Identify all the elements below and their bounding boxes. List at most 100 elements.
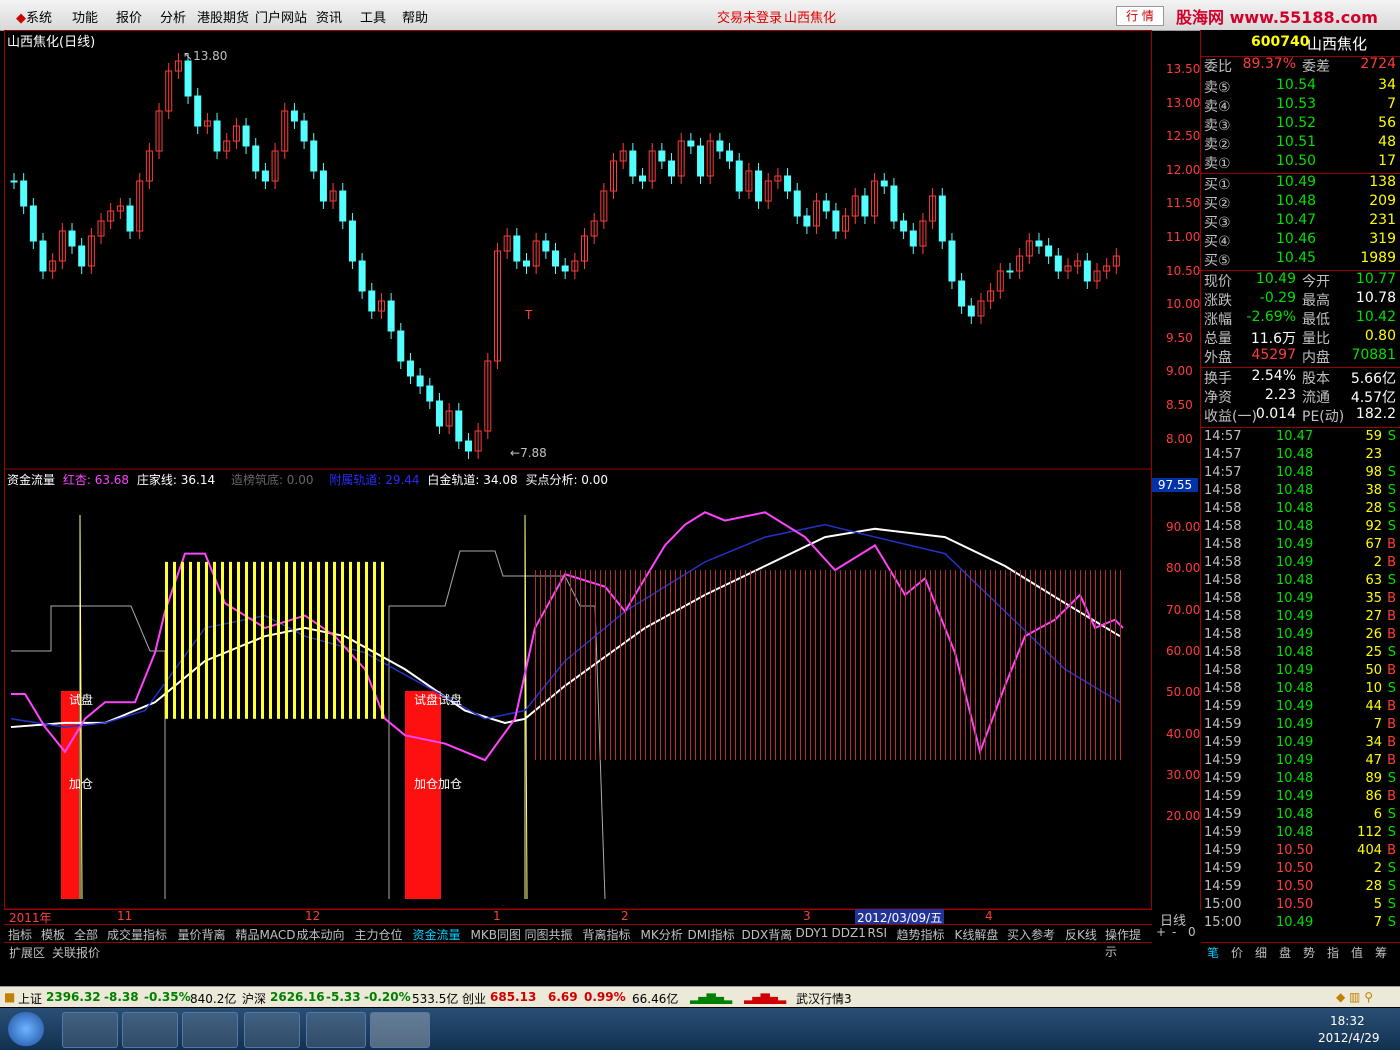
- stat-row[interactable]: 外盘 45297 内盘 70881: [1204, 347, 1398, 366]
- tick-row[interactable]: 14:59 10.49 34 B: [1204, 735, 1398, 753]
- media-player-taskbar-icon[interactable]: [122, 1012, 178, 1048]
- tick-row[interactable]: 14:58 10.48 28 S: [1204, 501, 1398, 519]
- bid-row[interactable]: 买② 10.48 209: [1204, 193, 1398, 212]
- menu-item-quote[interactable]: 报价: [116, 7, 142, 26]
- tick-row[interactable]: 14:58 10.49 2 B: [1204, 555, 1398, 573]
- indicator-tab[interactable]: MKB同图: [471, 926, 521, 943]
- indicator-tab[interactable]: RSI: [868, 926, 888, 940]
- stat-row[interactable]: 涨幅 -2.69% 最低 10.42: [1204, 309, 1398, 328]
- ie-taskbar-icon[interactable]: [182, 1012, 238, 1048]
- stat-row[interactable]: 总量 11.6万 量比 0.80: [1204, 328, 1398, 347]
- tick-row[interactable]: 14:59 10.49 47 B: [1204, 753, 1398, 771]
- ask-row[interactable]: 卖⑤ 10.54 34: [1204, 77, 1398, 96]
- menu-item-hk-futures[interactable]: 港股期货: [197, 7, 249, 26]
- stat-row[interactable]: 涨跌 -0.29 最高 10.78: [1204, 290, 1398, 309]
- indicator-tab[interactable]: 资金流量: [413, 926, 461, 943]
- tick-row[interactable]: 14:59 10.49 86 B: [1204, 789, 1398, 807]
- ask-row[interactable]: 卖① 10.50 17: [1204, 153, 1398, 172]
- stat-row[interactable]: 收益(一) 0.014 PE(动) 182.2: [1204, 406, 1398, 425]
- quote-tab[interactable]: 盘: [1279, 944, 1291, 961]
- tick-row[interactable]: 14:59 10.49 44 B: [1204, 699, 1398, 717]
- clock-time[interactable]: 18:32: [1330, 1014, 1365, 1028]
- tick-row[interactable]: 14:58 10.49 35 B: [1204, 591, 1398, 609]
- tick-row[interactable]: 14:58 10.48 25 S: [1204, 645, 1398, 663]
- weibi-row[interactable]: 委比 89.37% 委差 2724: [1204, 56, 1398, 75]
- indicator-tab[interactable]: 买入参考: [1007, 926, 1055, 943]
- news-ticker[interactable]: 武汉行情3: [796, 990, 852, 1007]
- tick-row[interactable]: 14:59 10.50 2 S: [1204, 861, 1398, 879]
- quote-tab[interactable]: 势: [1303, 944, 1315, 961]
- chart-area[interactable]: 山西焦化(日线) ↖13.80 ←7.88 T 资金流量 红杏: 63.68 庄…: [4, 30, 1152, 926]
- menu-item-portal[interactable]: 门户网站: [255, 7, 307, 26]
- stat-row[interactable]: 换手 2.54% 股本 5.66亿: [1204, 368, 1398, 387]
- quote-tab[interactable]: 细: [1255, 944, 1267, 961]
- stat-row[interactable]: 现价 10.49 今开 10.77: [1204, 271, 1398, 290]
- indicator-tab[interactable]: DDY1: [796, 926, 829, 940]
- sz-label[interactable]: 沪深: [242, 990, 266, 1007]
- indicator-tab[interactable]: 全部: [74, 926, 98, 943]
- explorer-taskbar-icon[interactable]: [62, 1012, 118, 1048]
- tick-row[interactable]: 14:59 10.50 404 B: [1204, 843, 1398, 861]
- tick-row[interactable]: 15:00 10.50 5 S: [1204, 897, 1398, 915]
- tick-row[interactable]: 14:59 10.50 28 S: [1204, 879, 1398, 897]
- browser-taskbar-icon[interactable]: [244, 1012, 300, 1048]
- tick-row[interactable]: 14:59 10.48 112 S: [1204, 825, 1398, 843]
- zoom-out-button[interactable]: -: [1172, 925, 1176, 939]
- indicator-tab[interactable]: DDX背离: [742, 926, 793, 943]
- tick-row[interactable]: 14:58 10.48 63 S: [1204, 573, 1398, 591]
- bid-row[interactable]: 买① 10.49 138: [1204, 174, 1398, 193]
- bid-row[interactable]: 买⑤ 10.45 1989: [1204, 250, 1398, 269]
- tick-row[interactable]: 14:57 10.48 23: [1204, 447, 1398, 465]
- indicator-tab[interactable]: K线解盘: [955, 926, 999, 943]
- tick-row[interactable]: 14:58 10.49 27 B: [1204, 609, 1398, 627]
- stat-row[interactable]: 净资 2.23 流通 4.57亿: [1204, 387, 1398, 406]
- ask-row[interactable]: 卖② 10.51 48: [1204, 134, 1398, 153]
- quote-mode-button[interactable]: 行 情: [1116, 6, 1164, 26]
- reset-button[interactable]: 0: [1188, 925, 1196, 939]
- menu-item-analysis[interactable]: 分析: [160, 7, 186, 26]
- ask-row[interactable]: 卖③ 10.52 56: [1204, 115, 1398, 134]
- indicator-tab[interactable]: 指标: [8, 926, 32, 943]
- indicator-tab[interactable]: 模板: [41, 926, 65, 943]
- tick-row[interactable]: 14:57 10.47 59 S: [1204, 429, 1398, 447]
- tick-row[interactable]: 14:58 10.48 92 S: [1204, 519, 1398, 537]
- tick-row[interactable]: 14:59 10.48 89 S: [1204, 771, 1398, 789]
- bid-row[interactable]: 买③ 10.47 231: [1204, 212, 1398, 231]
- menu-item-tools[interactable]: 工具: [360, 7, 386, 26]
- indicator-tab[interactable]: 精品MACD: [236, 926, 296, 943]
- indicator-tab[interactable]: 量价背离: [178, 926, 226, 943]
- indicator-tab[interactable]: 主力仓位: [355, 926, 403, 943]
- menu-item-system[interactable]: ◆系统: [16, 7, 52, 26]
- quote-tab[interactable]: 笔: [1207, 944, 1219, 961]
- tick-row[interactable]: 14:58 10.49 67 B: [1204, 537, 1398, 555]
- menu-item-help[interactable]: 帮助: [402, 7, 428, 26]
- indicator-tab[interactable]: MK分析: [641, 926, 683, 943]
- indicator-tab[interactable]: 背离指标: [583, 926, 631, 943]
- cy-label[interactable]: 创业: [462, 990, 486, 1007]
- tab-extension[interactable]: 扩展区: [9, 944, 45, 961]
- indicator-tab[interactable]: DDZ1: [832, 926, 866, 940]
- indicator-name[interactable]: 资金流量: [7, 473, 55, 487]
- tick-row[interactable]: 14:58 10.48 10 S: [1204, 681, 1398, 699]
- quote-tab[interactable]: 价: [1231, 944, 1243, 961]
- bid-row[interactable]: 买④ 10.46 319: [1204, 231, 1398, 250]
- ask-row[interactable]: 卖④ 10.53 7: [1204, 96, 1398, 115]
- tick-row[interactable]: 14:58 10.49 50 B: [1204, 663, 1398, 681]
- tick-row[interactable]: 14:59 10.49 7 B: [1204, 717, 1398, 735]
- quote-tab[interactable]: 指: [1327, 944, 1339, 961]
- clock-date[interactable]: 2012/4/29: [1318, 1031, 1380, 1045]
- quote-tab[interactable]: 筹: [1375, 944, 1387, 961]
- tick-row[interactable]: 14:59 10.48 6 S: [1204, 807, 1398, 825]
- menu-item-news[interactable]: 资讯: [316, 7, 342, 26]
- indicator-tab[interactable]: 趋势指标: [897, 926, 945, 943]
- indicator-tab[interactable]: 反K线: [1065, 926, 1097, 943]
- indicator-tab[interactable]: DMI指标: [688, 926, 735, 943]
- word-taskbar-icon[interactable]: [306, 1012, 366, 1048]
- tick-row[interactable]: 14:58 10.49 26 B: [1204, 627, 1398, 645]
- stock-app-taskbar-icon[interactable]: [370, 1012, 430, 1048]
- start-button[interactable]: [8, 1012, 44, 1046]
- menu-item-function[interactable]: 功能: [72, 7, 98, 26]
- sh-label[interactable]: 上证: [18, 990, 42, 1007]
- tick-row[interactable]: 15:00 10.49 7 S: [1204, 915, 1398, 933]
- quote-tab[interactable]: 值: [1351, 944, 1363, 961]
